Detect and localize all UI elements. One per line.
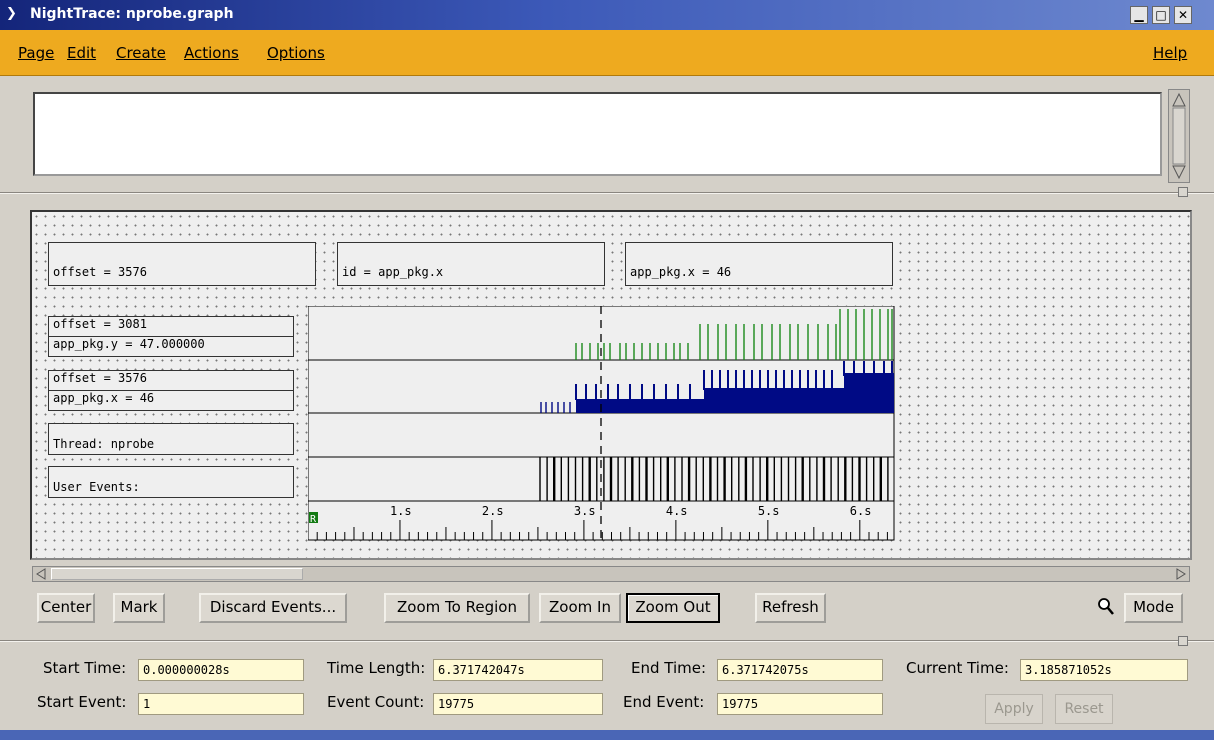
timeline-plot[interactable]: 1.s 2.s 3.s 4.s 5.s 6.s R	[308, 306, 895, 546]
time-length-field[interactable]: 6.371742047s	[433, 659, 603, 681]
user-events-label[interactable]: User Events:	[48, 466, 294, 498]
menu-edit[interactable]: Edit	[67, 44, 96, 62]
apply-button[interactable]: Apply	[985, 694, 1043, 724]
canvas-scrollbar[interactable]	[32, 566, 1190, 582]
x-tick-label: 2.s	[482, 504, 504, 518]
mode-button[interactable]: Mode	[1124, 593, 1183, 623]
start-time-field[interactable]: 0.000000028s	[138, 659, 304, 681]
close-icon[interactable]: ✕	[1174, 6, 1192, 24]
zoom-out-button[interactable]: Zoom Out	[626, 593, 720, 623]
label-box-value[interactable]: app_pkg.x = 46	[625, 242, 893, 286]
x-tick-label: 1.s	[390, 504, 412, 518]
scrollbar-thumb[interactable]	[51, 568, 303, 580]
menu-help[interactable]: Help	[1153, 44, 1187, 62]
menu-create[interactable]: Create	[116, 44, 166, 62]
event-count-label: Event Count:	[327, 693, 425, 711]
pane-sash-handle[interactable]	[1178, 636, 1188, 646]
row2-value-label[interactable]: app_pkg.x = 46	[48, 390, 294, 411]
event-count-field[interactable]: 19775	[433, 693, 603, 715]
window-border	[0, 730, 1214, 740]
end-event-field[interactable]: 19775	[717, 693, 883, 715]
menu-options[interactable]: Options	[267, 44, 325, 62]
separator	[0, 192, 1214, 194]
x-tick-label: 6.s	[850, 504, 872, 518]
reset-button[interactable]: Reset	[1055, 694, 1113, 724]
menu-actions[interactable]: Actions	[184, 44, 239, 62]
start-time-label: Start Time:	[43, 659, 127, 677]
minimize-icon[interactable]: ▁	[1130, 6, 1148, 24]
message-scrollbar[interactable]	[1168, 89, 1190, 183]
scroll-right-icon[interactable]	[1174, 567, 1188, 581]
row2-offset-label[interactable]: offset = 3576	[48, 370, 294, 391]
start-event-field[interactable]: 1	[138, 693, 304, 715]
end-time-field[interactable]: 6.371742075s	[717, 659, 883, 681]
magnifier-icon	[1098, 598, 1114, 615]
scrollbar-arrows-icon	[1172, 92, 1186, 180]
region-marker-label: R	[310, 514, 317, 525]
end-event-label: End Event:	[623, 693, 705, 711]
scroll-left-icon[interactable]	[34, 567, 48, 581]
row1-value-label[interactable]: app_pkg.y = 47.000000	[48, 336, 294, 357]
row2-event-density	[576, 399, 704, 413]
row1-offset-label[interactable]: offset = 3081	[48, 316, 294, 337]
x-tick-label: 4.s	[666, 504, 688, 518]
start-event-label: Start Event:	[37, 693, 127, 711]
separator	[0, 640, 1214, 642]
row2-event-density	[844, 373, 894, 413]
pane-sash-handle[interactable]	[1178, 187, 1188, 197]
label-box-offset[interactable]: offset = 3576	[48, 242, 316, 286]
trace-canvas[interactable]: offset = 3576 id = app_pkg.x app_pkg.x =…	[30, 210, 1192, 560]
maximize-icon[interactable]: □	[1152, 6, 1170, 24]
message-area[interactable]	[33, 92, 1162, 176]
mark-button[interactable]: Mark	[113, 593, 165, 623]
end-time-label: End Time:	[631, 659, 707, 677]
window-title: NightTrace: nprobe.graph	[30, 6, 234, 22]
refresh-button[interactable]: Refresh	[755, 593, 826, 623]
time-length-label: Time Length:	[327, 659, 426, 677]
discard-events-button[interactable]: Discard Events...	[199, 593, 347, 623]
zoom-in-button[interactable]: Zoom In	[539, 593, 621, 623]
thread-label[interactable]: Thread: nprobe	[48, 423, 294, 455]
menu-bar: Page Edit Create Actions Options Help	[0, 30, 1214, 76]
window-menu-icon[interactable]: ❯	[6, 6, 17, 21]
current-time-label: Current Time:	[906, 659, 1009, 677]
current-time-field[interactable]: 3.185871052s	[1020, 659, 1188, 681]
menu-page[interactable]: Page	[18, 44, 54, 62]
center-button[interactable]: Center	[37, 593, 95, 623]
zoom-to-region-button[interactable]: Zoom To Region	[384, 593, 530, 623]
label-box-id[interactable]: id = app_pkg.x	[337, 242, 605, 286]
x-tick-label: 3.s	[574, 504, 596, 518]
row2-event-density	[704, 388, 844, 413]
x-tick-label: 5.s	[758, 504, 780, 518]
title-bar[interactable]: ❯ NightTrace: nprobe.graph ▁ □ ✕	[0, 0, 1214, 30]
